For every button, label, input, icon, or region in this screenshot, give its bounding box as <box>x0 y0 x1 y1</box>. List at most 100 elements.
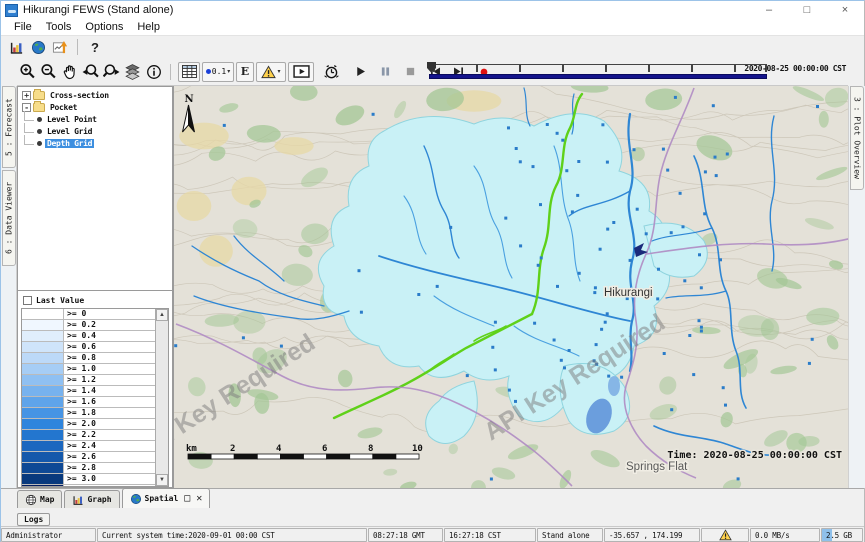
legend-row-label: >= 2.8 <box>64 463 155 473</box>
layers-icon[interactable] <box>122 61 143 83</box>
left-tab-strip: 5 : Forecast 6 : Data Viewer <box>1 86 17 488</box>
legend-row-label: >= 1.0 <box>64 364 155 374</box>
help-button[interactable]: ? <box>84 37 106 57</box>
bullet-icon <box>37 141 42 146</box>
scroll-down-button[interactable]: ▼ <box>156 474 168 486</box>
play-button[interactable] <box>350 61 371 83</box>
globe-wire-icon <box>25 494 37 506</box>
legend-row[interactable]: >= 2.0 <box>22 419 155 430</box>
tree-node-label[interactable]: Cross-section <box>48 91 111 100</box>
logs-button[interactable]: Logs <box>17 513 50 526</box>
legend-row[interactable]: >= 2.8 <box>22 463 155 474</box>
maximize-button[interactable]: □ <box>788 1 826 19</box>
tree-node-level-grid[interactable]: Level Grid <box>20 125 172 137</box>
status-bar: Administrator Current system time:2020-0… <box>1 526 864 542</box>
tab-plot-overview[interactable]: 3 : Plot Overview <box>850 86 864 190</box>
spatial-globe-icon[interactable] <box>27 37 49 57</box>
legend-row[interactable]: >= 1.0 <box>22 364 155 375</box>
bottom-tab-bar: Map Graph Spatial □ ✕ <box>1 488 864 508</box>
status-warning-cell[interactable] <box>701 528 749 542</box>
animation-export-button[interactable] <box>288 62 314 82</box>
tab-data-viewer[interactable]: 6 : Data Viewer <box>2 170 16 266</box>
tree-node-level-point[interactable]: Level Point <box>20 113 172 125</box>
app-logo-icon <box>5 4 18 17</box>
interval-value: 0.1 <box>212 67 226 76</box>
forecast-chart-icon[interactable] <box>5 37 27 57</box>
map-viewport[interactable]: API Key Required API Key Required Hikura… <box>173 86 848 488</box>
tree-node-label[interactable]: Pocket <box>48 103 79 112</box>
legend-row[interactable]: >= 2.4 <box>22 441 155 452</box>
last-value-checkbox[interactable] <box>23 296 32 305</box>
legend-row-label: >= 2.2 <box>64 430 155 440</box>
svg-text:N: N <box>185 94 194 105</box>
expand-icon[interactable]: + <box>22 91 31 100</box>
legend-row[interactable]: >= 1.4 <box>22 386 155 397</box>
right-tab-strip: 3 : Plot Overview <box>848 86 865 488</box>
time-slider[interactable] <box>427 62 769 82</box>
legend-row[interactable]: >= 1.6 <box>22 397 155 408</box>
info-icon[interactable] <box>143 61 164 83</box>
legend-row-label: >= 1.6 <box>64 397 155 407</box>
legend-color-swatch <box>22 474 64 484</box>
zoom-in-icon[interactable] <box>17 61 38 83</box>
menu-tools[interactable]: Tools <box>39 21 79 33</box>
legend-row-label: >= 0 <box>64 309 155 319</box>
time-slider-range-bar <box>429 74 767 79</box>
legend-row[interactable]: >= 3.0 <box>22 474 155 485</box>
tab-map[interactable]: Map <box>17 490 62 508</box>
menu-options[interactable]: Options <box>78 21 130 33</box>
zoom-out-icon[interactable] <box>38 61 59 83</box>
close-button[interactable]: × <box>826 1 864 19</box>
legend-row[interactable]: >= 1.2 <box>22 375 155 386</box>
current-datetime: 2020-08-25 00:00:00 CST <box>744 64 846 73</box>
toolbar-separator <box>170 64 171 80</box>
tab-forecast[interactable]: 5 : Forecast <box>2 86 16 168</box>
tab-map-label: Map <box>40 495 54 504</box>
menu-help[interactable]: Help <box>130 21 167 33</box>
legend-row[interactable]: >= 0.2 <box>22 320 155 331</box>
map-toolbar: 0.1 ▾ E ▾ <box>17 58 848 86</box>
legend-rows: >= 0>= 0.2>= 0.4>= 0.6>= 0.8>= 1.0>= 1.2… <box>22 309 155 487</box>
legend-color-swatch <box>22 485 64 487</box>
legend-row[interactable]: >= 0 <box>22 309 155 320</box>
legend-row[interactable]: >= 3.2 <box>22 485 155 487</box>
tree-node-label[interactable]: Level Grid <box>45 127 94 136</box>
contour-interval-dropdown[interactable]: 0.1 ▾ <box>202 62 234 82</box>
svg-text:4: 4 <box>276 444 282 454</box>
toolbar-separator <box>77 39 78 55</box>
tree-node-label[interactable]: Level Point <box>45 115 99 124</box>
tab-maximize-icon[interactable]: □ <box>184 493 190 504</box>
legend-row-label: >= 1.2 <box>64 375 155 385</box>
legend-row[interactable]: >= 0.6 <box>22 342 155 353</box>
warnings-dropdown[interactable]: ▾ <box>256 62 286 82</box>
tree-node-pocket[interactable]: - Pocket <box>20 101 172 113</box>
minimize-button[interactable]: – <box>750 1 788 19</box>
tab-graph[interactable]: Graph <box>64 490 119 508</box>
legend-row[interactable]: >= 0.4 <box>22 331 155 342</box>
pause-button[interactable] <box>375 61 396 83</box>
pan-hand-icon[interactable] <box>59 61 80 83</box>
zoom-previous-icon[interactable] <box>80 61 101 83</box>
timeseries-import-icon[interactable] <box>49 37 71 57</box>
stop-button[interactable] <box>400 61 421 83</box>
tree-node-cross-section[interactable]: + Cross-section <box>20 89 172 101</box>
last-value-row: Last Value <box>21 293 169 307</box>
tree-connector <box>24 111 34 121</box>
status-system-time: Current system time:2020-09-01 00:00 CST <box>97 528 367 542</box>
legend-row[interactable]: >= 2.2 <box>22 430 155 441</box>
grid-display-button[interactable] <box>178 62 200 82</box>
menu-file[interactable]: File <box>7 21 39 33</box>
tree-node-label-selected[interactable]: Depth Grid <box>45 139 94 148</box>
zoom-next-icon[interactable] <box>101 61 122 83</box>
tree-node-depth-grid[interactable]: Depth Grid <box>20 137 172 149</box>
tab-spatial[interactable]: Spatial □ ✕ <box>122 488 211 508</box>
classbreaks-legend-button[interactable]: E <box>236 62 254 82</box>
timer-settings-icon[interactable] <box>321 61 342 83</box>
legend-scrollbar[interactable]: ▲ ▼ <box>155 309 168 486</box>
tab-close-icon[interactable]: ✕ <box>196 493 202 504</box>
legend-row-label: >= 1.8 <box>64 408 155 418</box>
legend-row[interactable]: >= 2.6 <box>22 452 155 463</box>
scroll-up-button[interactable]: ▲ <box>156 309 168 321</box>
legend-row[interactable]: >= 1.8 <box>22 408 155 419</box>
legend-row[interactable]: >= 0.8 <box>22 353 155 364</box>
